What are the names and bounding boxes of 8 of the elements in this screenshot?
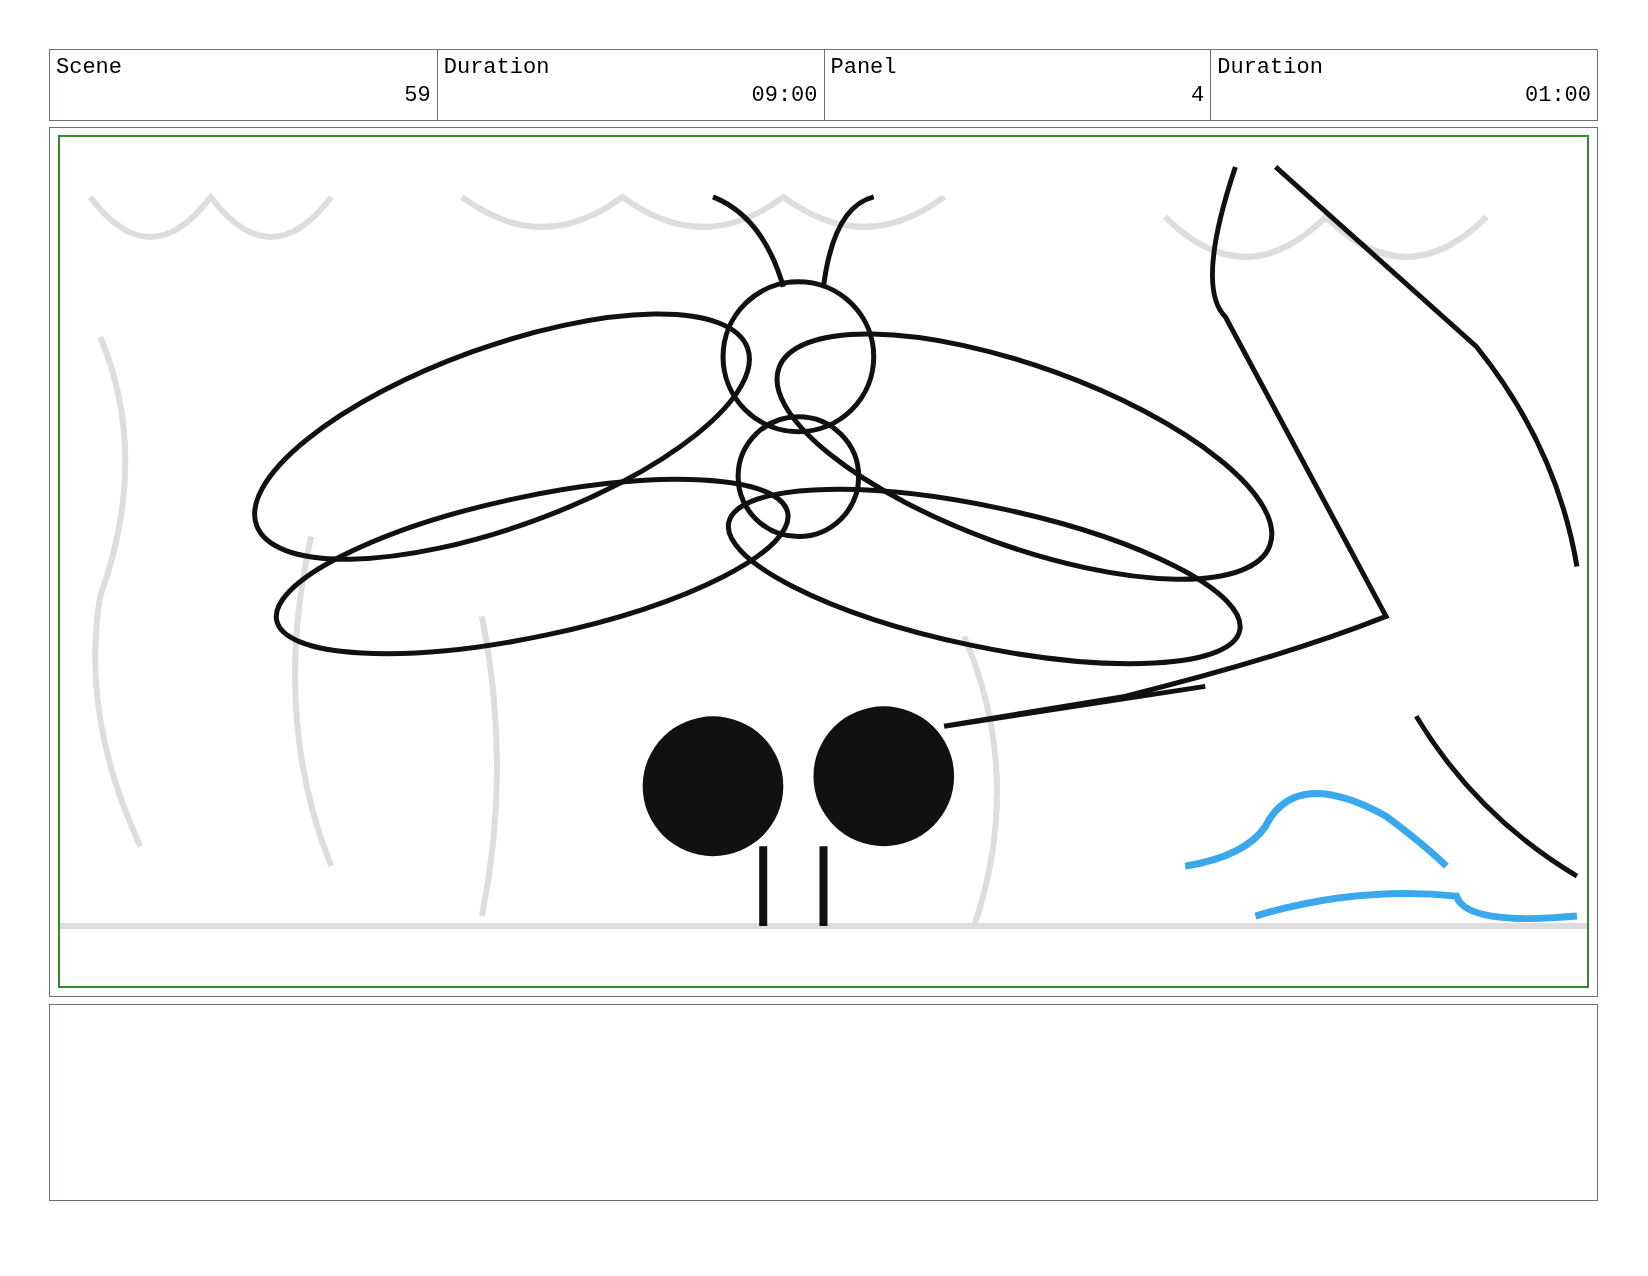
field-value: 01:00	[1524, 82, 1591, 110]
field-label: Duration	[443, 54, 550, 82]
field-label: Panel	[830, 54, 897, 82]
field-label: Scene	[56, 54, 122, 82]
field-value: 59	[403, 82, 431, 110]
field-value: 4	[1190, 82, 1205, 110]
field-value: 09:00	[750, 82, 818, 110]
field-label: Duration	[1217, 54, 1323, 82]
